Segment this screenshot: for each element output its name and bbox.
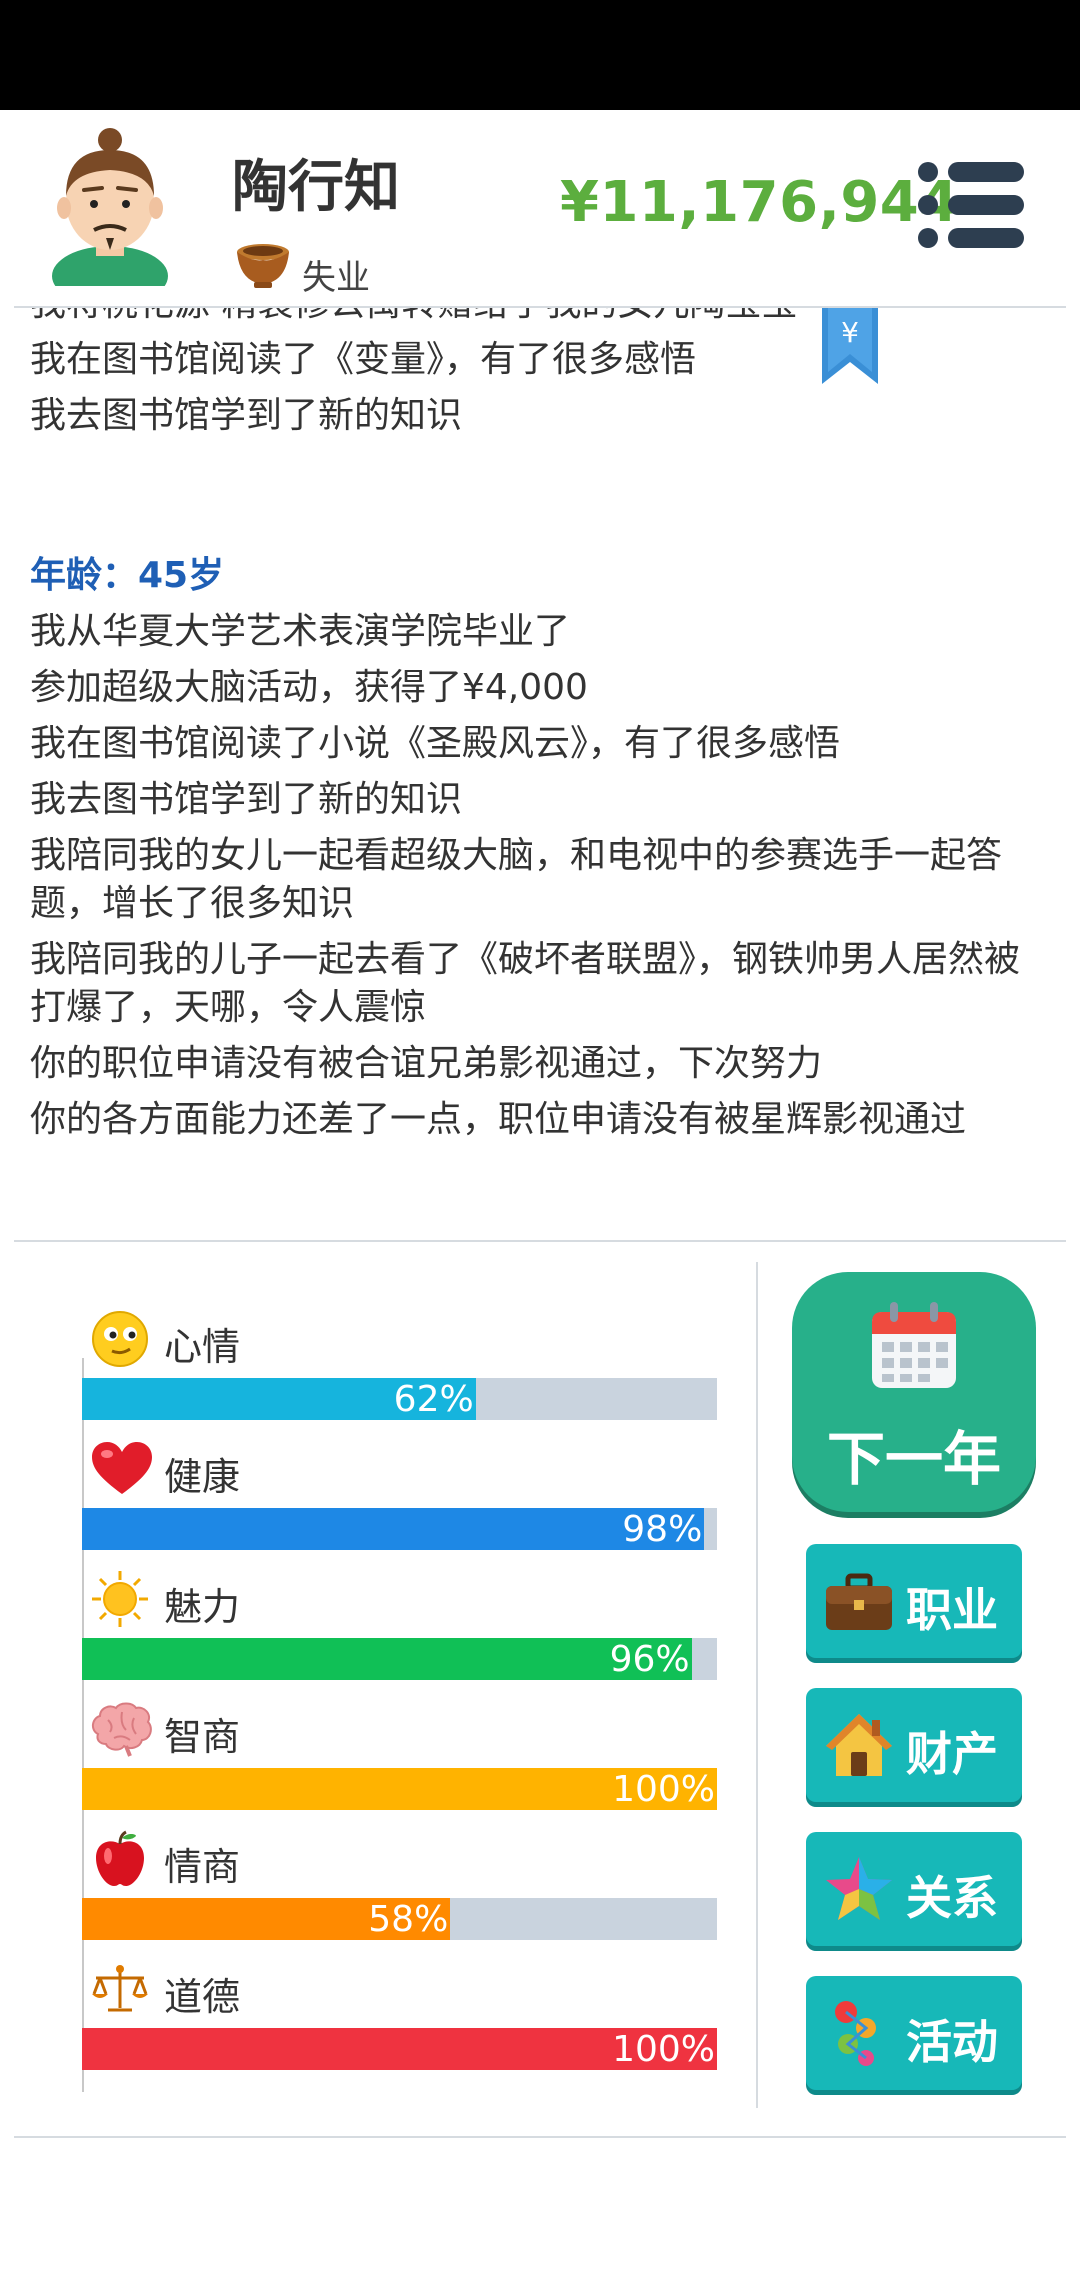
stat-bar: 100% — [82, 2028, 717, 2070]
log-entry: 我在图书馆阅读了《变量》，有了很多感悟 — [30, 339, 697, 380]
career-label: 职业 — [906, 1583, 998, 1637]
job-status: 失业 — [302, 258, 370, 298]
stat-mood: 心情 62% — [82, 1308, 717, 1438]
briefcase-icon — [826, 1573, 892, 1630]
stat-health: 健康 98% — [82, 1438, 717, 1568]
svg-text:¥: ¥ — [841, 316, 859, 349]
event-log[interactable]: 我将桃花源·精装修公寓转赠给了我的女儿陶宝宝 我在图书馆阅读了《变量》，有了很多… — [0, 308, 1080, 1240]
activity-icon — [835, 2001, 876, 2066]
star-icon — [826, 1857, 892, 1920]
stat-bar-fill: 98% — [82, 1508, 705, 1550]
stat-iq: 智商 100% — [82, 1698, 717, 1828]
log-entry: 你的职位申请没有被合谊兄弟影视通过，下次努力 — [30, 1043, 823, 1084]
property-button[interactable]: 财产 — [806, 1688, 1022, 1802]
log-entry: 我陪同我的儿子一起去看了《破坏者联盟》，钢铁帅男人居然被打爆了，天哪，令人震惊 — [30, 939, 1021, 1028]
status-bar — [0, 0, 1080, 110]
stat-bar: 58% — [82, 1898, 717, 1940]
stat-value: 98% — [622, 1509, 703, 1550]
stats-panel: 心情 62% 健康 98% 魅力 96% 智商 100% 情商 58% 道德 1… — [0, 1262, 760, 2092]
bottom-divider — [14, 2136, 1066, 2138]
stat-value: 100% — [612, 1769, 715, 1810]
relations-label: 关系 — [906, 1871, 998, 1925]
bookmark-icon[interactable]: ¥ — [820, 308, 880, 386]
stat-bar-fill: 100% — [82, 1768, 717, 1810]
panel-divider — [756, 1262, 758, 2108]
stat-eq: 情商 58% — [82, 1828, 717, 1958]
log-entry: 我从华夏大学艺术表演学院毕业了 — [30, 611, 571, 652]
stat-bar: 96% — [82, 1638, 717, 1680]
property-label: 财产 — [906, 1727, 998, 1781]
stat-label: 魅力 — [164, 1585, 241, 1629]
stat-bar: 62% — [82, 1378, 717, 1420]
next-year-button[interactable]: 下一年 — [792, 1272, 1036, 1512]
log-divider — [14, 1240, 1066, 1242]
stat-bar-fill: 58% — [82, 1898, 451, 1940]
stat-bar-fill: 100% — [82, 2028, 717, 2070]
stat-bar: 100% — [82, 1768, 717, 1810]
stat-charm: 魅力 96% — [82, 1568, 717, 1698]
log-entry: 你的各方面能力还差了一点，职位申请没有被星辉影视通过 — [30, 1099, 967, 1140]
stat-label: 道德 — [164, 1975, 241, 2019]
career-button[interactable]: 职业 — [806, 1544, 1022, 1658]
sun-icon — [92, 1571, 148, 1627]
log-entry: 我将桃花源·精装修公寓转赠给了我的女儿陶宝宝 — [30, 308, 1040, 328]
stat-value: 62% — [393, 1379, 474, 1420]
activities-button[interactable]: 活动 — [806, 1976, 1022, 2090]
apple-icon — [96, 1830, 144, 1886]
stat-label: 情商 — [164, 1845, 241, 1889]
log-entry: 我去图书馆学到了新的知识 — [30, 395, 463, 436]
log-entry: 参加超级大脑活动，获得了¥4,000 — [30, 667, 588, 708]
stat-value: 58% — [368, 1899, 449, 1940]
age-header: 年龄：45岁 — [30, 555, 225, 596]
header: 陶行知 失业 ¥11,176,944 — [0, 110, 1080, 306]
log-entry: 我陪同我的女儿一起看超级大脑，和电视中的参赛选手一起答题，增长了很多知识 — [30, 835, 1003, 924]
menu-icon[interactable] — [918, 162, 1024, 248]
log-entry: 我去图书馆学到了新的知识 — [30, 779, 463, 820]
stat-bar-fill: 62% — [82, 1378, 476, 1420]
heart-icon — [92, 1442, 152, 1494]
stat-label: 健康 — [164, 1455, 241, 1499]
house-icon — [826, 1714, 892, 1776]
brain-icon — [92, 1702, 152, 1757]
log-entry: 我在图书馆阅读了小说《圣殿风云》，有了很多感悟 — [30, 723, 841, 764]
stat-morality: 道德 100% — [82, 1958, 717, 2088]
smiley-icon — [92, 1311, 148, 1367]
scales-icon — [92, 1965, 148, 2012]
stat-label: 心情 — [164, 1325, 241, 1369]
stat-bar: 98% — [82, 1508, 717, 1550]
activities-label: 活动 — [906, 2015, 998, 2069]
stat-bar-fill: 96% — [82, 1638, 692, 1680]
stat-label: 智商 — [164, 1715, 241, 1759]
money-balance: ¥11,176,944 — [560, 170, 959, 235]
bowl-icon — [237, 244, 289, 288]
relations-button[interactable]: 关系 — [806, 1832, 1022, 1946]
next-year-label: 下一年 — [826, 1425, 1001, 1493]
stat-value: 96% — [609, 1639, 690, 1680]
avatar[interactable] — [42, 126, 178, 286]
player-name: 陶行知 — [232, 155, 400, 220]
calendar-icon — [872, 1302, 956, 1388]
stat-value: 100% — [612, 2029, 715, 2070]
